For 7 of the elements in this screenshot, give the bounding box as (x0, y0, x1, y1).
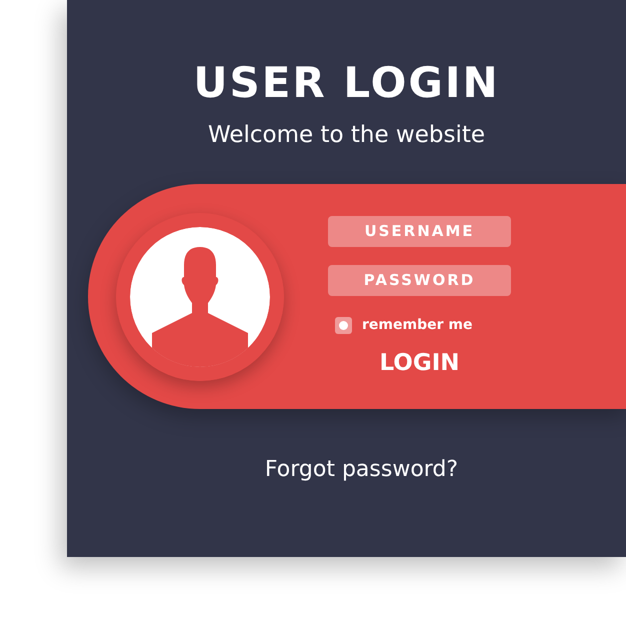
forgot-password-link[interactable]: Forgot password? (264, 457, 458, 482)
remember-label: remember me (362, 317, 472, 333)
login-button[interactable]: LOGIN (373, 348, 466, 378)
remember-checkbox[interactable] (335, 316, 352, 334)
page-title: USER LOGIN (193, 58, 500, 108)
avatar-icon (116, 212, 284, 380)
page-subtitle: Welcome to the website (208, 121, 486, 150)
